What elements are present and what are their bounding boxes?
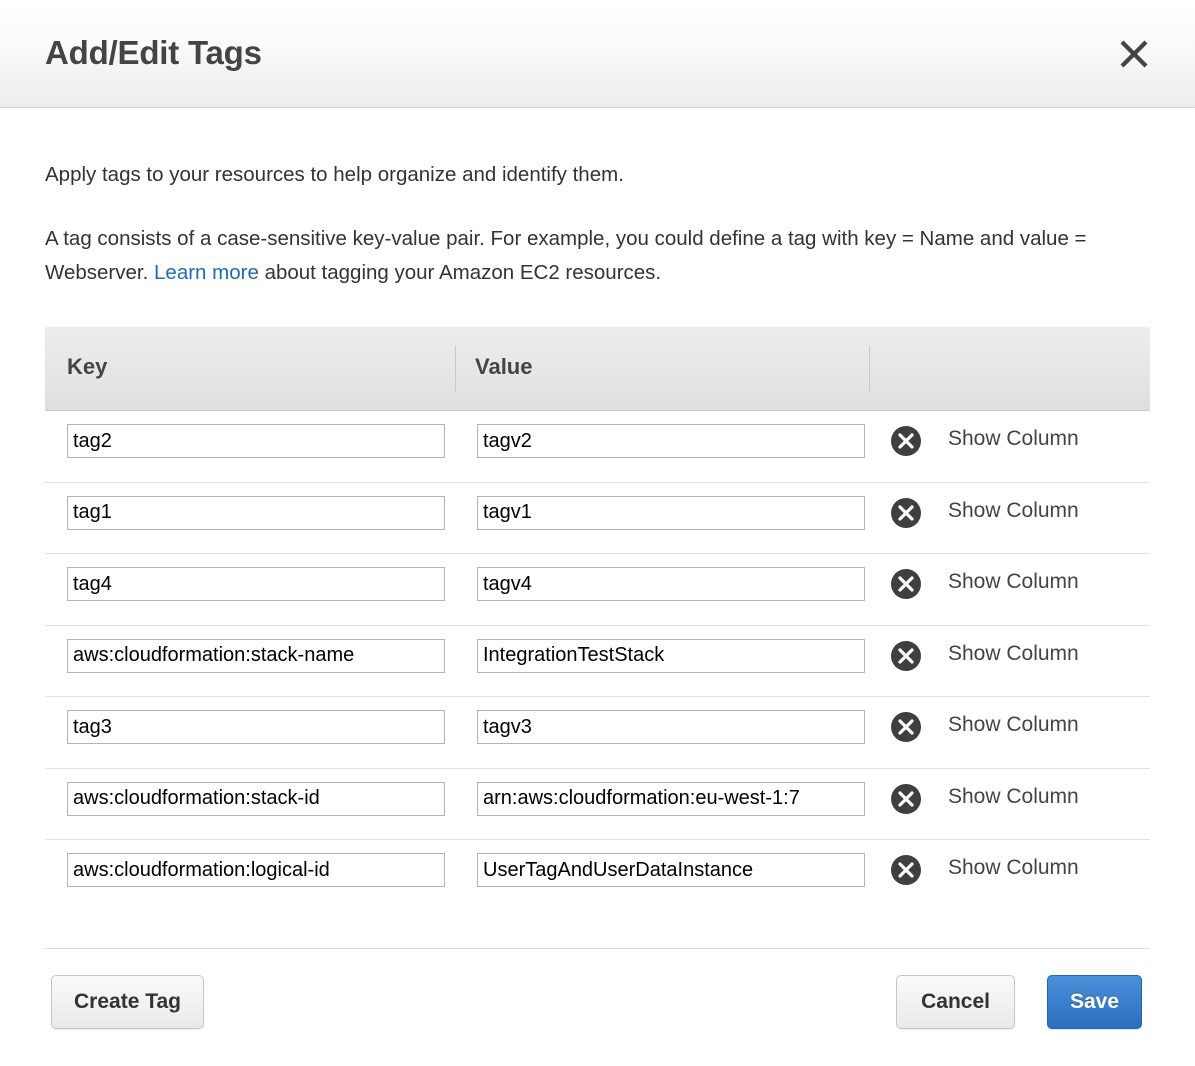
dialog-header: Add/Edit Tags [0, 0, 1195, 108]
tag-key-input[interactable] [67, 710, 445, 744]
tag-value-input[interactable] [477, 782, 865, 816]
tag-key-input[interactable] [67, 782, 445, 816]
learn-more-link[interactable]: Learn more [154, 261, 259, 284]
circle-x-icon[interactable] [890, 568, 922, 600]
create-tag-button[interactable]: Create Tag [51, 975, 204, 1029]
table-row: Show Column [45, 554, 1150, 626]
column-header-key: Key [67, 354, 107, 380]
intro-line-2-after: about tagging your Amazon EC2 resources. [265, 261, 662, 284]
tag-key-input[interactable] [67, 853, 445, 887]
dialog-body: Apply tags to your resources to help org… [0, 108, 1195, 948]
column-divider-1 [455, 346, 456, 392]
intro-line-2: A tag consists of a case-sensitive key-v… [45, 222, 1130, 290]
intro-line-1: Apply tags to your resources to help org… [45, 158, 1150, 192]
circle-x-icon[interactable] [890, 497, 922, 529]
show-column-link[interactable]: Show Column [948, 570, 1079, 594]
table-body: Show Column Show Column [45, 411, 1150, 912]
show-column-link[interactable]: Show Column [948, 427, 1079, 451]
circle-x-icon[interactable] [890, 783, 922, 815]
tag-key-input[interactable] [67, 639, 445, 673]
tag-key-input[interactable] [67, 496, 445, 530]
dialog-footer: Create Tag Cancel Save [45, 948, 1150, 1066]
table-header-row: Key Value [45, 327, 1150, 411]
table-row: Show Column [45, 697, 1150, 769]
table-row: Show Column [45, 769, 1150, 841]
tag-key-input[interactable] [67, 567, 445, 601]
tag-value-input[interactable] [477, 496, 865, 530]
table-row: Show Column [45, 411, 1150, 483]
add-edit-tags-dialog: Add/Edit Tags Apply tags to your resourc… [0, 0, 1195, 1066]
circle-x-icon[interactable] [890, 425, 922, 457]
tag-value-input[interactable] [477, 853, 865, 887]
column-divider-2 [869, 346, 870, 392]
close-icon[interactable] [1115, 35, 1153, 73]
tag-value-input[interactable] [477, 567, 865, 601]
tag-value-input[interactable] [477, 639, 865, 673]
show-column-link[interactable]: Show Column [948, 642, 1079, 666]
tag-value-input[interactable] [477, 424, 865, 458]
show-column-link[interactable]: Show Column [948, 713, 1079, 737]
save-button[interactable]: Save [1047, 975, 1142, 1029]
show-column-link[interactable]: Show Column [948, 785, 1079, 809]
circle-x-icon[interactable] [890, 640, 922, 672]
tag-value-input[interactable] [477, 710, 865, 744]
table-row: Show Column [45, 626, 1150, 698]
table-row: Show Column [45, 483, 1150, 555]
tags-table: Key Value Show Column [45, 327, 1150, 912]
cancel-button[interactable]: Cancel [896, 975, 1015, 1029]
show-column-link[interactable]: Show Column [948, 856, 1079, 880]
column-header-value: Value [475, 354, 532, 380]
table-row: Show Column [45, 840, 1150, 912]
show-column-link[interactable]: Show Column [948, 499, 1079, 523]
page-title: Add/Edit Tags [45, 33, 262, 73]
circle-x-icon[interactable] [890, 711, 922, 743]
tag-key-input[interactable] [67, 424, 445, 458]
circle-x-icon[interactable] [890, 854, 922, 886]
